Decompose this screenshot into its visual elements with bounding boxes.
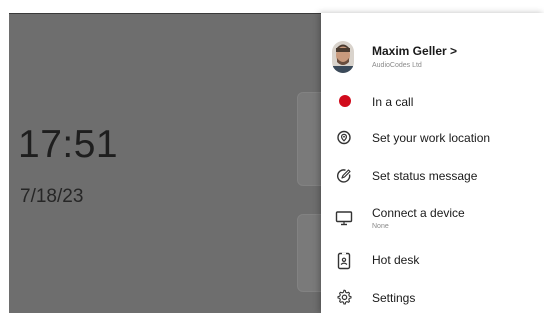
badge-icon [336,252,354,270]
profile-company: AudioCodes Ltd [372,62,422,69]
avatar [332,41,354,73]
location-pin-icon [336,130,354,148]
connect-device-sublabel: None [372,223,389,230]
status-dot-icon [339,95,351,107]
profile-menu-panel: Maxim Geller > AudioCodes Ltd In a call … [321,13,544,313]
profile-chevron: > [450,44,458,58]
presence-status-item[interactable]: In a call [321,87,544,115]
hot-desk-label: Hot desk [372,253,420,267]
status-message-label: Set status message [372,169,478,183]
connect-device-label: Connect a device [372,206,465,220]
profile-name: Maxim Geller > [372,45,457,57]
hot-desk-item[interactable]: Hot desk [321,247,544,275]
work-location-label: Set your work location [372,131,491,145]
set-work-location-item[interactable]: Set your work location [321,125,544,153]
pencil-circle-icon [336,168,354,186]
set-status-message-item[interactable]: Set status message [321,163,544,191]
settings-item[interactable]: Settings [321,285,544,313]
connect-device-item[interactable]: Connect a device None [321,201,544,237]
monitor-icon [335,210,353,228]
profile-header[interactable]: Maxim Geller > AudioCodes Ltd [321,35,544,79]
clock-time: 17:51 [18,123,119,166]
profile-name-text: Maxim Geller [372,44,447,58]
presence-status-label: In a call [372,95,414,109]
clock-date: 7/18/23 [20,186,84,207]
gear-icon [336,289,354,307]
settings-label: Settings [372,291,416,305]
